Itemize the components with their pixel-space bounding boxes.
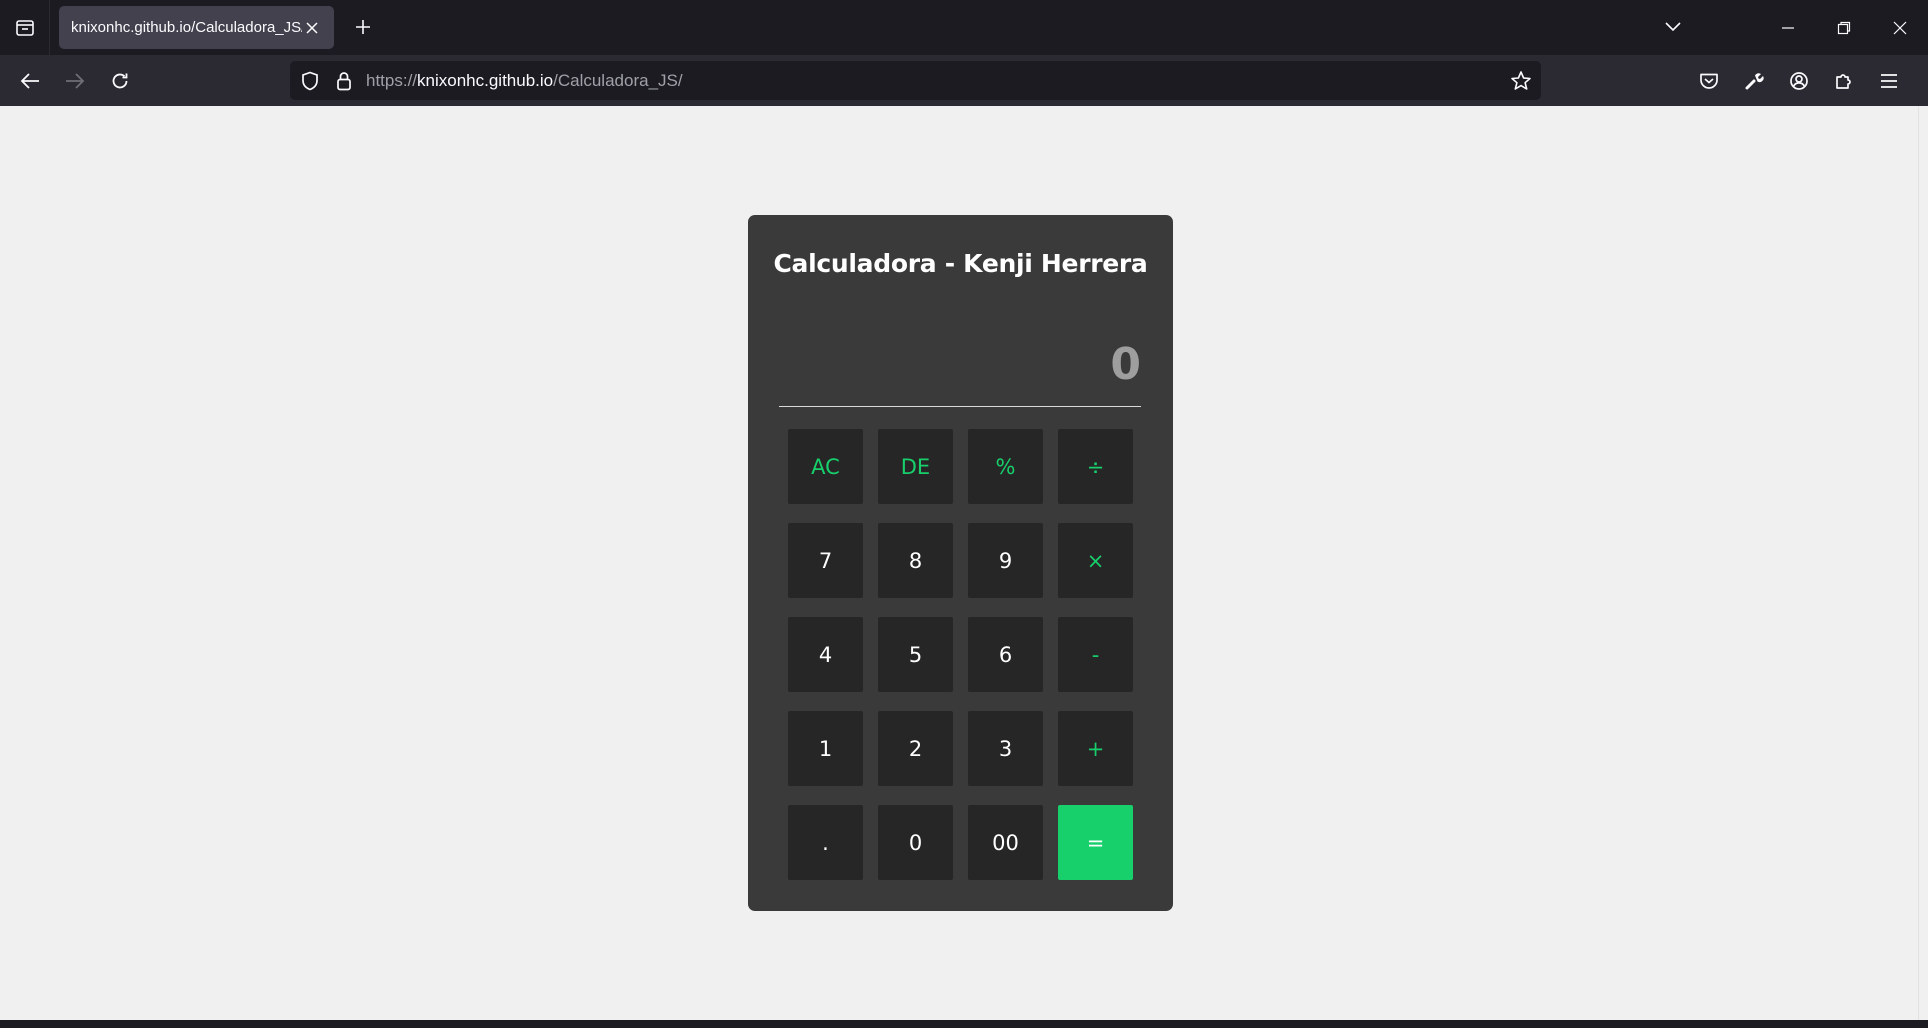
digit-7-button[interactable]: 7 — [788, 523, 863, 598]
list-all-tabs-button[interactable] — [1653, 10, 1693, 44]
url-host: knixonhc.github.io — [417, 71, 554, 90]
close-window-button[interactable] — [1872, 0, 1928, 55]
developer-tools-button[interactable] — [1736, 63, 1772, 99]
double-zero-button[interactable]: 00 — [968, 805, 1043, 880]
account-icon — [1790, 72, 1808, 90]
calculator-title: Calculadora - Kenji Herrera — [773, 249, 1148, 278]
tab-list-icon — [15, 19, 34, 36]
delete-button[interactable]: DE — [878, 429, 953, 504]
tab-bar: knixonhc.github.io/Calculadora_JS/ — [0, 0, 1928, 55]
navigation-toolbar: https://knixonhc.github.io/Calculadora_J… — [0, 55, 1928, 106]
window-controls — [1760, 0, 1928, 55]
decimal-button[interactable]: . — [788, 805, 863, 880]
tab-close-button[interactable] — [302, 18, 322, 38]
percent-button[interactable]: % — [968, 429, 1043, 504]
reload-button[interactable] — [102, 63, 138, 99]
lock-icon — [337, 72, 351, 91]
multiply-button[interactable]: × — [1058, 523, 1133, 598]
minimize-button[interactable] — [1760, 0, 1816, 55]
digit-0-button[interactable]: 0 — [878, 805, 953, 880]
minimize-icon — [1782, 26, 1794, 29]
pocket-button[interactable] — [1691, 63, 1727, 99]
arrow-left-icon — [20, 73, 39, 89]
reload-icon — [112, 73, 128, 89]
address-bar[interactable]: https://knixonhc.github.io/Calculadora_J… — [290, 61, 1541, 100]
url-scheme: https:// — [366, 71, 418, 90]
digit-1-button[interactable]: 1 — [788, 711, 863, 786]
restore-button[interactable] — [1816, 0, 1872, 55]
tab-active[interactable]: knixonhc.github.io/Calculadora_JS/ — [59, 6, 334, 49]
close-icon — [306, 21, 318, 34]
arrow-right-icon — [66, 73, 85, 89]
digit-8-button[interactable]: 8 — [878, 523, 953, 598]
url-text: https://knixonhc.github.io/Calculadora_J… — [366, 71, 683, 91]
chevron-down-icon — [1665, 22, 1681, 32]
digit-4-button[interactable]: 4 — [788, 617, 863, 692]
tab-title: knixonhc.github.io/Calculadora_JS/ — [71, 19, 302, 36]
ac-button[interactable]: AC — [788, 429, 863, 504]
site-security-icon[interactable] — [332, 69, 356, 93]
puzzle-icon — [1836, 74, 1851, 89]
digit-2-button[interactable]: 2 — [878, 711, 953, 786]
close-icon — [1893, 21, 1907, 34]
url-path: /Calculadora_JS/ — [553, 71, 683, 90]
tab-list-button[interactable] — [0, 0, 50, 55]
equals-button[interactable]: = — [1058, 805, 1133, 880]
new-tab-button[interactable] — [346, 10, 380, 44]
hamburger-menu-icon — [1881, 74, 1897, 88]
digit-9-button[interactable]: 9 — [968, 523, 1043, 598]
star-icon — [1511, 71, 1531, 90]
pocket-icon — [1700, 73, 1718, 89]
calculator-keypad: AC DE% ÷ 7 8 9 × 4 5 6-1 2 3 +. 0 00 = — [788, 429, 1133, 889]
add-button[interactable]: + — [1058, 711, 1133, 786]
bookmark-star-button[interactable] — [1509, 69, 1533, 93]
digit-6-button[interactable]: 6 — [968, 617, 1043, 692]
wrench-icon — [1745, 73, 1764, 90]
calculator: Calculadora - Kenji Herrera 0 AC DE% ÷ 7 8 9 ×… — [748, 215, 1173, 911]
window-bottom-edge — [0, 1020, 1928, 1028]
account-button[interactable] — [1781, 63, 1817, 99]
tracking-protection-icon[interactable] — [298, 69, 322, 93]
scrollbar[interactable] — [1918, 106, 1928, 1020]
subtract-button[interactable]: - — [1058, 617, 1133, 692]
calculator-display: 0 — [779, 323, 1141, 407]
shield-icon — [302, 71, 318, 91]
restore-icon — [1837, 21, 1851, 34]
back-button[interactable] — [12, 63, 48, 99]
forward-button[interactable] — [57, 63, 93, 99]
digit-5-button[interactable]: 5 — [878, 617, 953, 692]
extensions-button[interactable] — [1826, 63, 1862, 99]
plus-icon — [356, 20, 370, 34]
app-menu-button[interactable] — [1871, 63, 1907, 99]
divide-button[interactable]: ÷ — [1058, 429, 1133, 504]
digit-3-button[interactable]: 3 — [968, 711, 1043, 786]
